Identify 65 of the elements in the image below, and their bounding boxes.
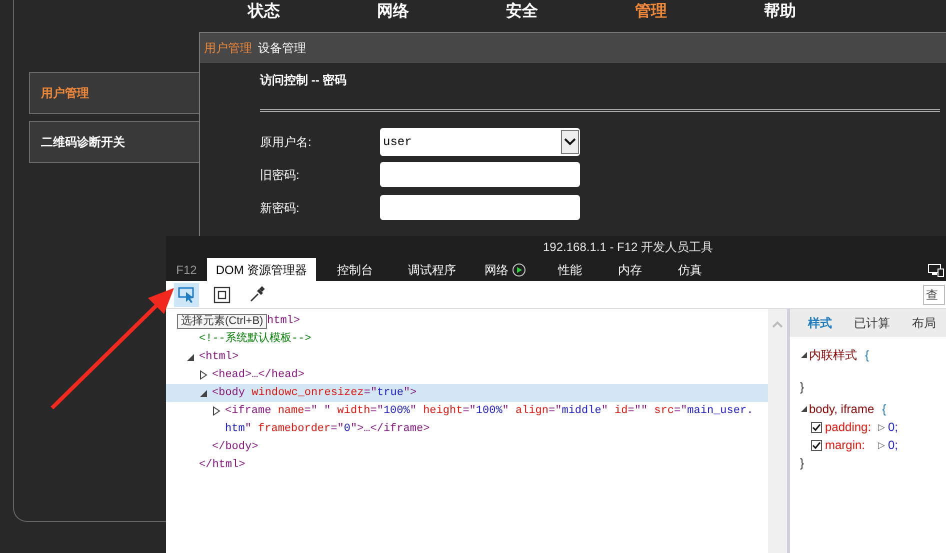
code-line: </html> (199, 458, 246, 473)
expanded-icon[interactable] (800, 351, 808, 359)
tab[interactable]: 已计算 (854, 314, 890, 332)
tab[interactable]: 布局 (912, 314, 936, 332)
caret-icon (564, 138, 576, 146)
play-icon (512, 262, 526, 276)
brace: { (865, 347, 870, 364)
css-property: padding: (825, 419, 872, 436)
box-model-icon (212, 286, 230, 304)
select-element-icon (178, 286, 196, 304)
select-field[interactable]: user (380, 128, 580, 156)
field-label: 旧密码: (260, 166, 300, 184)
nav-link[interactable]: 管理 (635, 0, 667, 24)
code-line: </body> (212, 440, 258, 455)
tab[interactable]: 仿真 (660, 258, 720, 281)
tab[interactable]: 设备管理 (258, 39, 306, 57)
tab[interactable]: F12 (166, 258, 207, 281)
sidebar-item[interactable]: 用户管理 (29, 72, 200, 114)
css-selector: body, iframe (809, 401, 874, 418)
tab[interactable]: 性能 (540, 258, 600, 281)
tab[interactable]: 调试程序 (394, 258, 470, 281)
css-value: 0; (888, 437, 898, 454)
expand-icon[interactable]: ▷ (878, 436, 885, 454)
tab[interactable]: 控制台 (316, 258, 394, 281)
code-line: html> (267, 314, 300, 329)
code-line: <iframe name=" " width="100%" height="100%" align="middle" id="" src="main_user.htm" frameborder="0">…</iframe> (225, 404, 754, 437)
code-line: <head>…</head> (212, 368, 306, 383)
tab[interactable]: DOM 资源管理器 (207, 258, 316, 281)
field-label: 原用户名: (260, 134, 312, 150)
code-line: <html> (199, 350, 240, 365)
tooltip: 选择元素(Ctrl+B) (177, 314, 268, 329)
field-label: 新密码: (260, 200, 300, 216)
expanded-icon[interactable] (800, 405, 808, 413)
nav-link[interactable]: 状态 (248, 0, 280, 24)
brace: } (800, 455, 804, 472)
input-field[interactable] (380, 195, 580, 220)
search-field[interactable]: 查 (923, 285, 945, 305)
checkbox[interactable] (811, 440, 822, 450)
collapsed-icon[interactable] (199, 370, 208, 380)
css-property: margin: (825, 437, 866, 454)
nav-link[interactable]: 帮助 (764, 0, 796, 24)
expanded-icon[interactable] (186, 352, 195, 362)
expanded-icon[interactable] (199, 388, 208, 398)
nav-link[interactable]: 安全 (506, 0, 538, 24)
css-selector: 内联样式 (809, 347, 857, 364)
css-value: 0; (888, 419, 898, 436)
tab[interactable]: 用户管理 (204, 39, 252, 57)
brace: { (882, 401, 886, 418)
code-line: <body windowc_onresizez="true"> (212, 386, 418, 401)
input-field[interactable] (380, 162, 580, 187)
nav-link[interactable]: 网络 (377, 0, 409, 24)
device-screen-icon[interactable] (928, 264, 944, 277)
checkbox[interactable] (811, 422, 822, 432)
eyedropper-icon (248, 286, 266, 304)
tab[interactable]: 网络 (470, 258, 540, 281)
tab[interactable]: 内存 (600, 258, 660, 281)
code-line: <!--系统默认模板--> (199, 330, 312, 347)
section-heading: 访问控制 -- 密码 (260, 72, 348, 89)
window-title: 192.168.1.1 - F12 开发人员工具 (543, 239, 714, 256)
expand-icon[interactable]: ▷ (878, 418, 885, 436)
tab[interactable]: 样式 (808, 314, 832, 332)
brace: } (800, 379, 804, 396)
collapsed-icon[interactable] (212, 406, 221, 416)
sidebar-item[interactable]: 二维码诊断开关 (29, 121, 200, 163)
scrollbar[interactable] (768, 309, 787, 553)
